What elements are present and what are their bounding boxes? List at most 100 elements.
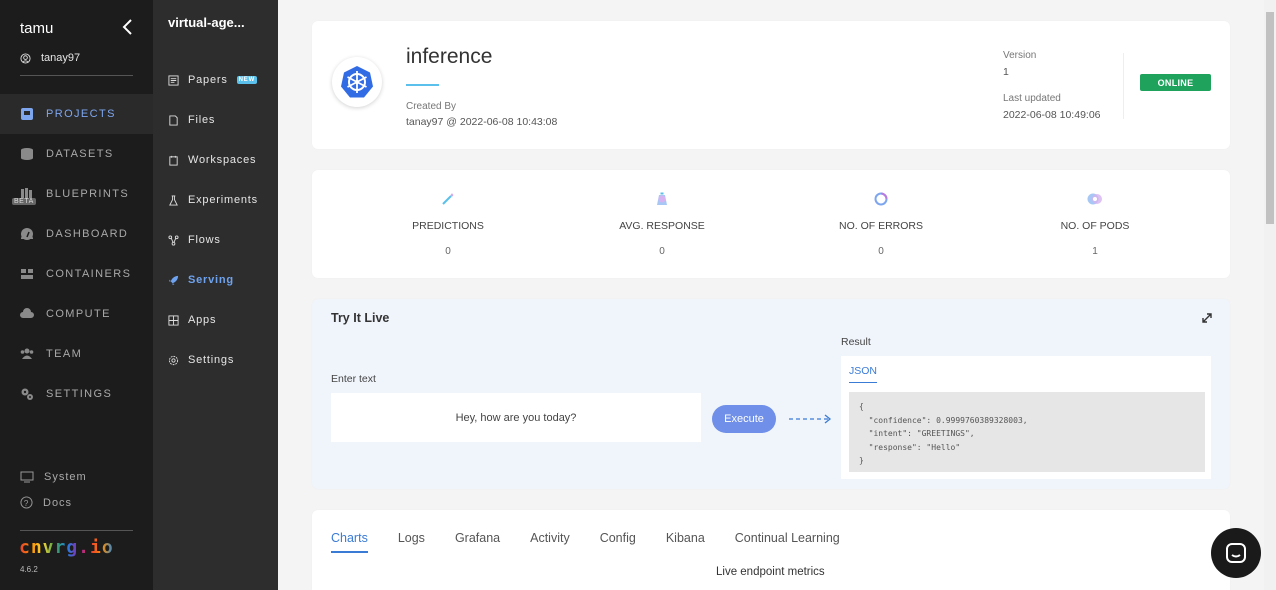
stat-value: 1 [1092,246,1098,257]
magic-wand-icon [442,193,454,205]
status-badge: ONLINE [1140,74,1211,91]
divider [20,75,133,76]
stat-errors: NO. OF ERRORS 0 [801,190,961,257]
project-sidebar: virtual-age... Papers NEW Files Workspac… [153,0,278,590]
tab-logs[interactable]: Logs [398,531,425,553]
tab-grafana[interactable]: Grafana [455,531,500,553]
projects-icon [21,108,33,120]
chat-icon [1226,543,1246,563]
file-icon [169,114,178,126]
nav-docs[interactable]: ? Docs [20,496,72,509]
gears-icon [21,388,33,400]
nav-projects[interactable]: PROJECTS [0,94,153,134]
stat-label: PREDICTIONS [412,220,484,232]
settings-icon [168,355,179,365]
nav-label: Docs [43,496,73,509]
version-label: Version [1003,50,1037,61]
divider [1123,53,1124,119]
nav-label: DASHBOARD [46,228,129,240]
stat-label: NO. OF PODS [1060,220,1130,232]
flows-icon [168,234,179,246]
subnav-files[interactable]: Files [153,100,278,140]
app-version: 4.6.2 [20,565,38,574]
stats-card: PREDICTIONS 0 AVG. RESPONSE 0 NO. OF ERR… [312,170,1230,278]
stat-value: 0 [445,246,451,257]
nav-containers[interactable]: CONTAINERS [0,254,153,294]
nav-label: DATASETS [46,148,114,160]
team-icon [20,348,34,359]
stat-avg-response: AVG. RESPONSE 0 [582,190,742,257]
primary-nav: PROJECTS DATASETS BLUEPRINTS BETA DASHBO… [0,94,153,414]
chevron-left-icon[interactable] [120,17,136,37]
subnav-workspaces[interactable]: Workspaces [153,140,278,180]
divider [20,530,133,531]
cnvrg-logo[interactable]: cnvrg.io [19,537,114,558]
result-label: Result [841,336,871,348]
nav-team[interactable]: TEAM [0,334,153,374]
expand-icon[interactable] [1200,311,1214,325]
beta-badge: BETA [12,198,36,205]
subnav-label: Apps [188,314,217,326]
user-profile[interactable]: tanay97 [20,52,80,64]
nav-blueprints[interactable]: BLUEPRINTS BETA [0,174,153,214]
try-it-live-card: Try It Live Enter text Execute Result JS… [312,299,1230,489]
scrollbar[interactable] [1264,0,1276,590]
nav-settings[interactable]: SETTINGS [0,374,153,414]
tab-json[interactable]: JSON [849,365,878,383]
subnav-apps[interactable]: Apps [153,300,278,340]
subnav-label: Flows [188,234,221,246]
kubernetes-icon [332,57,382,107]
tab-kibana[interactable]: Kibana [666,531,705,553]
subnav-settings[interactable]: Settings [153,340,278,380]
nav-system[interactable]: System [20,471,87,483]
nav-label: PROJECTS [46,108,116,120]
nav-label: BLUEPRINTS [46,188,130,200]
stat-label: AVG. RESPONSE [619,220,705,232]
text-input[interactable] [331,393,701,442]
subnav-flows[interactable]: Flows [153,220,278,260]
subnav-label: Workspaces [188,154,257,166]
created-by-value: tanay97 @ 2022-06-08 10:43:08 [406,116,558,128]
user-icon [20,52,31,64]
flask-icon [169,194,178,206]
chat-launcher-button[interactable] [1211,528,1261,578]
created-by-label: Created By [406,101,457,112]
error-ring-icon [874,192,888,206]
metrics-card: Charts Logs Grafana Activity Config Kiba… [312,510,1230,590]
dashboard-icon [21,228,33,240]
nav-label: SETTINGS [46,388,113,400]
workspace-icon [169,155,178,166]
username: tanay97 [41,52,81,64]
tab-activity[interactable]: Activity [530,531,570,553]
svg-text:?: ? [24,498,30,508]
section-title: Try It Live [331,311,390,325]
help-icon: ? [20,496,33,509]
subnav-label: Serving [188,274,234,286]
nav-dashboard[interactable]: DASHBOARD [0,214,153,254]
timer-icon [657,192,667,205]
subnav-label: Settings [188,354,235,366]
subnav-label: Files [188,114,216,126]
execute-button[interactable]: Execute [712,405,776,433]
input-label: Enter text [331,373,376,385]
stat-predictions: PREDICTIONS 0 [368,190,528,257]
nav-label: System [44,471,87,483]
tab-charts[interactable]: Charts [331,531,368,553]
tab-continual-learning[interactable]: Continual Learning [735,531,840,553]
endpoint-header-card: inference Created By tanay97 @ 2022-06-0… [312,21,1230,149]
scroll-thumb[interactable] [1266,12,1274,224]
project-name[interactable]: virtual-age... [168,15,268,30]
subnav-label: Experiments [188,194,258,206]
tab-config[interactable]: Config [600,531,636,553]
nav-compute[interactable]: COMPUTE [0,294,153,334]
arrow-right-icon [789,414,832,424]
subnav-serving[interactable]: Serving [153,260,278,300]
datasets-icon [21,148,33,160]
project-nav: Papers NEW Files Workspaces Experiments … [153,60,278,380]
nav-datasets[interactable]: DATASETS [0,134,153,174]
main-content: inference Created By tanay97 @ 2022-06-0… [278,0,1264,590]
subnav-papers[interactable]: Papers NEW [153,60,278,100]
subnav-experiments[interactable]: Experiments [153,180,278,220]
org-name[interactable]: tamu [20,20,53,37]
rocket-icon [168,275,179,285]
